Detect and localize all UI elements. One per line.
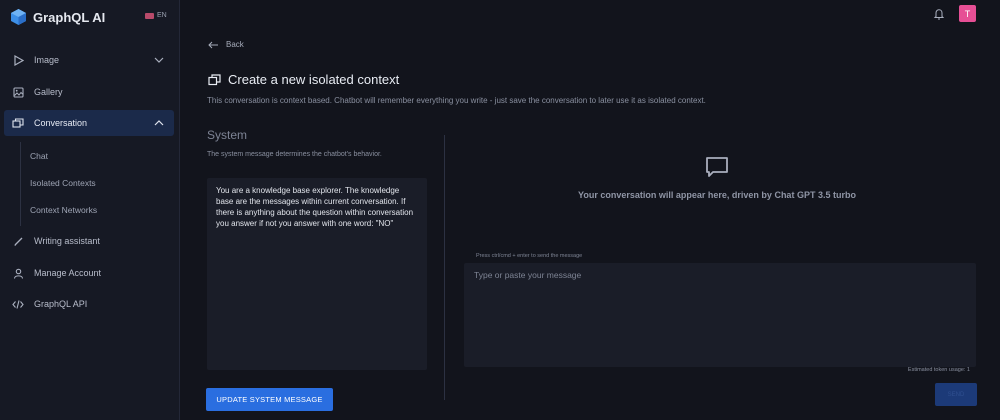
user-icon — [12, 267, 24, 279]
message-input[interactable]: Type or paste your message — [464, 263, 976, 367]
page-title-text: Create a new isolated context — [228, 72, 400, 87]
code-icon — [12, 298, 24, 310]
system-message-input[interactable]: You are a knowledge base explorer. The k… — [207, 178, 427, 370]
brand-name: GraphQL AI — [33, 9, 106, 25]
vertical-divider — [444, 135, 445, 400]
back-label: Back — [226, 40, 244, 49]
sidebar-item-manage-account[interactable]: Manage Account — [4, 260, 174, 286]
sidebar-item-label: Gallery — [34, 87, 63, 97]
arrow-left-icon — [208, 41, 218, 48]
conversation-icon — [208, 73, 221, 85]
avatar[interactable]: T — [959, 5, 976, 22]
back-link[interactable]: Back — [208, 40, 244, 49]
chevron-up-icon[interactable] — [154, 118, 164, 128]
system-description: The system message determines the chatbo… — [207, 151, 382, 158]
logo-cube-icon — [11, 9, 26, 25]
update-system-message-button[interactable]: UPDATE SYSTEM MESSAGE — [206, 388, 333, 411]
play-icon — [12, 54, 24, 66]
sidebar-item-image[interactable]: Image — [4, 47, 174, 73]
brand[interactable]: GraphQL AI — [10, 7, 105, 27]
sidebar-subitem-context-networks[interactable]: Context Networks — [30, 205, 97, 215]
sidebar-item-label: Image — [34, 55, 60, 65]
token-usage: Estimated token usage: 1 — [907, 367, 970, 373]
language-label: EN — [157, 12, 167, 19]
submenu-guide-line — [20, 142, 21, 226]
pen-icon — [12, 235, 24, 247]
chevron-down-icon[interactable] — [154, 55, 164, 65]
sidebar-subitem-isolated-contexts[interactable]: Isolated Contexts — [30, 178, 96, 188]
sidebar-item-gallery[interactable]: Gallery — [4, 79, 174, 105]
bell-icon[interactable] — [933, 8, 945, 20]
page-title: Create a new isolated context — [208, 72, 399, 87]
sidebar-subitem-chat[interactable]: Chat — [30, 151, 48, 161]
sidebar-item-label: Writing assistant — [34, 236, 100, 246]
uk-flag-icon — [145, 12, 154, 19]
conversation-icon — [12, 117, 24, 129]
topbar-actions: T — [933, 5, 976, 22]
sidebar: GraphQL AI EN Image Gallery Conversation… — [0, 0, 180, 420]
system-heading: System — [207, 128, 248, 142]
send-button[interactable]: SEND — [935, 383, 977, 406]
gallery-icon — [12, 86, 24, 98]
conversation-placeholder: Your conversation will appear here, driv… — [578, 190, 856, 200]
sidebar-item-label: Conversation — [34, 118, 88, 128]
sidebar-item-conversation[interactable]: Conversation — [4, 110, 174, 136]
language-selector[interactable]: EN — [145, 12, 167, 19]
sidebar-item-label: Manage Account — [34, 268, 102, 278]
send-hint: Press ctrl/cmd + enter to send the messa… — [476, 253, 583, 259]
sidebar-item-label: GraphQL API — [34, 299, 88, 309]
page-subtitle: This conversation is context based. Chat… — [207, 96, 706, 105]
chat-bubble-icon — [706, 157, 728, 177]
sidebar-item-writing-assistant[interactable]: Writing assistant — [4, 228, 174, 254]
sidebar-item-graphql-api[interactable]: GraphQL API — [4, 291, 174, 317]
